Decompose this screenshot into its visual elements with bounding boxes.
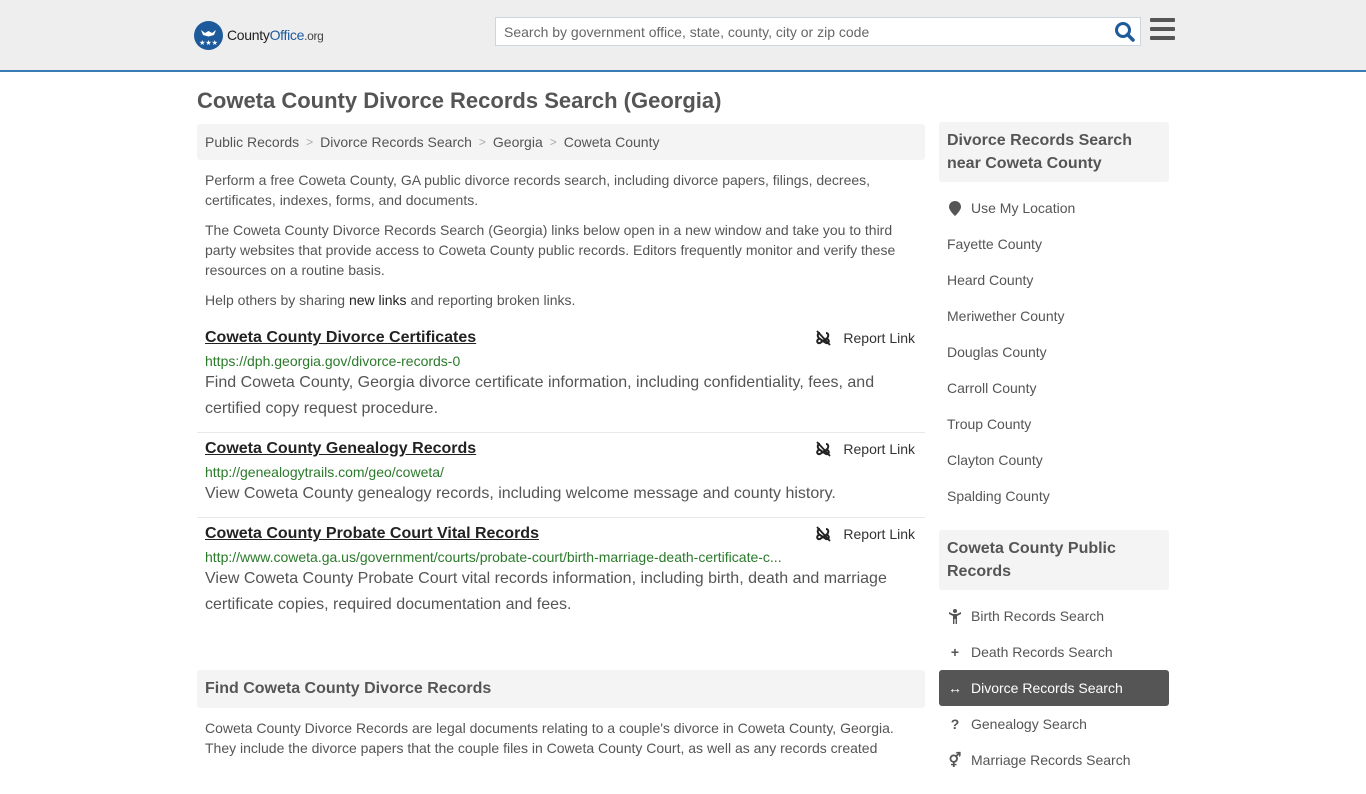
nearby-county-link[interactable]: Spalding County (947, 488, 1050, 504)
map-marker-icon (947, 200, 963, 216)
nearby-county-link[interactable]: Troup County (947, 416, 1031, 432)
nearby-county-item: Carroll County (939, 370, 1169, 406)
nearby-county-item: Spalding County (939, 478, 1169, 514)
find-records-heading: Find Coweta County Divorce Records (197, 670, 925, 708)
breadcrumb-divorce-records-search[interactable]: Divorce Records Search (320, 134, 472, 150)
page-title: Coweta County Divorce Records Search (Ge… (197, 88, 722, 113)
public-records-heading: Coweta County Public Records (939, 530, 1169, 590)
result-item: Coweta County Divorce Certificates Repor… (197, 322, 925, 433)
breadcrumb: Public Records > Divorce Records Search … (197, 124, 925, 160)
nearby-county-item: Clayton County (939, 442, 1169, 478)
intro-paragraph: The Coweta County Divorce Records Search… (205, 222, 896, 278)
breadcrumb-coweta-county[interactable]: Coweta County (564, 134, 660, 150)
birth-records-link[interactable]: Birth Records Search (971, 608, 1104, 624)
logo-text: CountyOffice.org (227, 27, 324, 43)
search-input[interactable] (496, 18, 1096, 45)
result-title-link[interactable]: Coweta County Genealogy Records (205, 439, 476, 459)
venus-mars-icon: ⚥ (948, 751, 962, 768)
result-url: https://dph.georgia.gov/divorce-records-… (205, 353, 461, 369)
breadcrumb-public-records[interactable]: Public Records (205, 134, 299, 150)
breadcrumb-separator: > (549, 135, 557, 149)
record-type-item: ? Genealogy Search (939, 706, 1169, 742)
record-type-item: Birth Records Search (939, 598, 1169, 634)
find-records-text: Coweta County Divorce Records are legal … (205, 720, 894, 756)
result-description: View Coweta County Probate Court vital r… (205, 570, 887, 613)
use-my-location-item: Use My Location (939, 190, 1169, 226)
breadcrumb-separator: > (306, 135, 314, 149)
intro-text: Perform a free Coweta County, GA public … (197, 170, 925, 310)
broken-link-icon (816, 526, 832, 542)
nearby-county-item: Heard County (939, 262, 1169, 298)
nearby-county-link[interactable]: Douglas County (947, 344, 1047, 360)
broken-link-icon (816, 330, 832, 346)
search-icon[interactable] (1114, 21, 1136, 43)
nearby-heading: Divorce Records Search near Coweta Count… (939, 122, 1169, 182)
nearby-county-item: Troup County (939, 406, 1169, 442)
record-type-item-active: ↔ Divorce Records Search (939, 670, 1169, 706)
marriage-records-link[interactable]: Marriage Records Search (971, 752, 1131, 768)
result-url: http://www.coweta.ga.us/government/court… (205, 549, 782, 565)
site-logo[interactable]: ★★★ CountyOffice.org (194, 20, 324, 50)
main-content: Public Records > Divorce Records Search … (197, 124, 925, 768)
result-item: Coweta County Genealogy Records Report L… (197, 433, 925, 518)
death-records-link[interactable]: Death Records Search (971, 644, 1113, 660)
nearby-county-item: Douglas County (939, 334, 1169, 370)
breadcrumb-separator: > (478, 135, 486, 149)
record-type-item: ⚥ Marriage Records Search (939, 742, 1169, 778)
intro-paragraph: Perform a free Coweta County, GA public … (205, 172, 871, 208)
svg-text:★★★: ★★★ (199, 39, 218, 47)
result-item: Coweta County Probate Court Vital Record… (197, 518, 925, 628)
public-records-list: Birth Records Search + Death Records Sea… (939, 590, 1169, 794)
question-icon: ? (950, 716, 960, 732)
report-link-button[interactable]: Report Link (815, 330, 915, 346)
nearby-county-link[interactable]: Fayette County (947, 236, 1042, 252)
record-type-item: + Death Records Search (939, 634, 1169, 670)
arrows-horizontal-icon: ↔ (948, 680, 962, 696)
result-url: http://genealogytrails.com/geo/coweta/ (205, 464, 444, 480)
divorce-records-link[interactable]: Divorce Records Search (971, 680, 1123, 696)
results-list: Coweta County Divorce Certificates Repor… (197, 322, 925, 628)
nearby-county-link[interactable]: Carroll County (947, 380, 1036, 396)
site-header: ★★★ CountyOffice.org (0, 0, 1366, 72)
result-description: Find Coweta County, Georgia divorce cert… (205, 374, 875, 417)
nearby-county-link[interactable]: Meriwether County (947, 308, 1065, 324)
report-link-button[interactable]: Report Link (815, 526, 915, 542)
nearby-county-item: Meriwether County (939, 298, 1169, 334)
new-links-link[interactable]: new links (349, 292, 407, 308)
breadcrumb-georgia[interactable]: Georgia (493, 134, 543, 150)
nearby-counties-list: Use My Location Fayette County Heard Cou… (939, 182, 1169, 530)
search-box (495, 17, 1141, 46)
report-link-button[interactable]: Report Link (815, 441, 915, 457)
result-title-link[interactable]: Coweta County Divorce Certificates (205, 328, 476, 348)
nearby-county-link[interactable]: Clayton County (947, 452, 1043, 468)
genealogy-search-link[interactable]: Genealogy Search (971, 716, 1087, 732)
nearby-county-link[interactable]: Heard County (947, 272, 1033, 288)
eagle-stars-logo-icon: ★★★ (194, 20, 223, 50)
share-links-paragraph: Help others by sharing new links and rep… (205, 292, 576, 308)
child-icon (947, 608, 963, 624)
use-my-location-link[interactable]: Use My Location (971, 200, 1075, 216)
sidebar: Divorce Records Search near Coweta Count… (939, 122, 1169, 794)
result-title-link[interactable]: Coweta County Probate Court Vital Record… (205, 524, 539, 544)
plus-icon: + (950, 644, 960, 660)
nearby-county-item: Fayette County (939, 226, 1169, 262)
result-description: View Coweta County genealogy records, in… (205, 485, 836, 502)
broken-link-icon (816, 441, 832, 457)
hamburger-menu-icon[interactable] (1150, 18, 1175, 42)
